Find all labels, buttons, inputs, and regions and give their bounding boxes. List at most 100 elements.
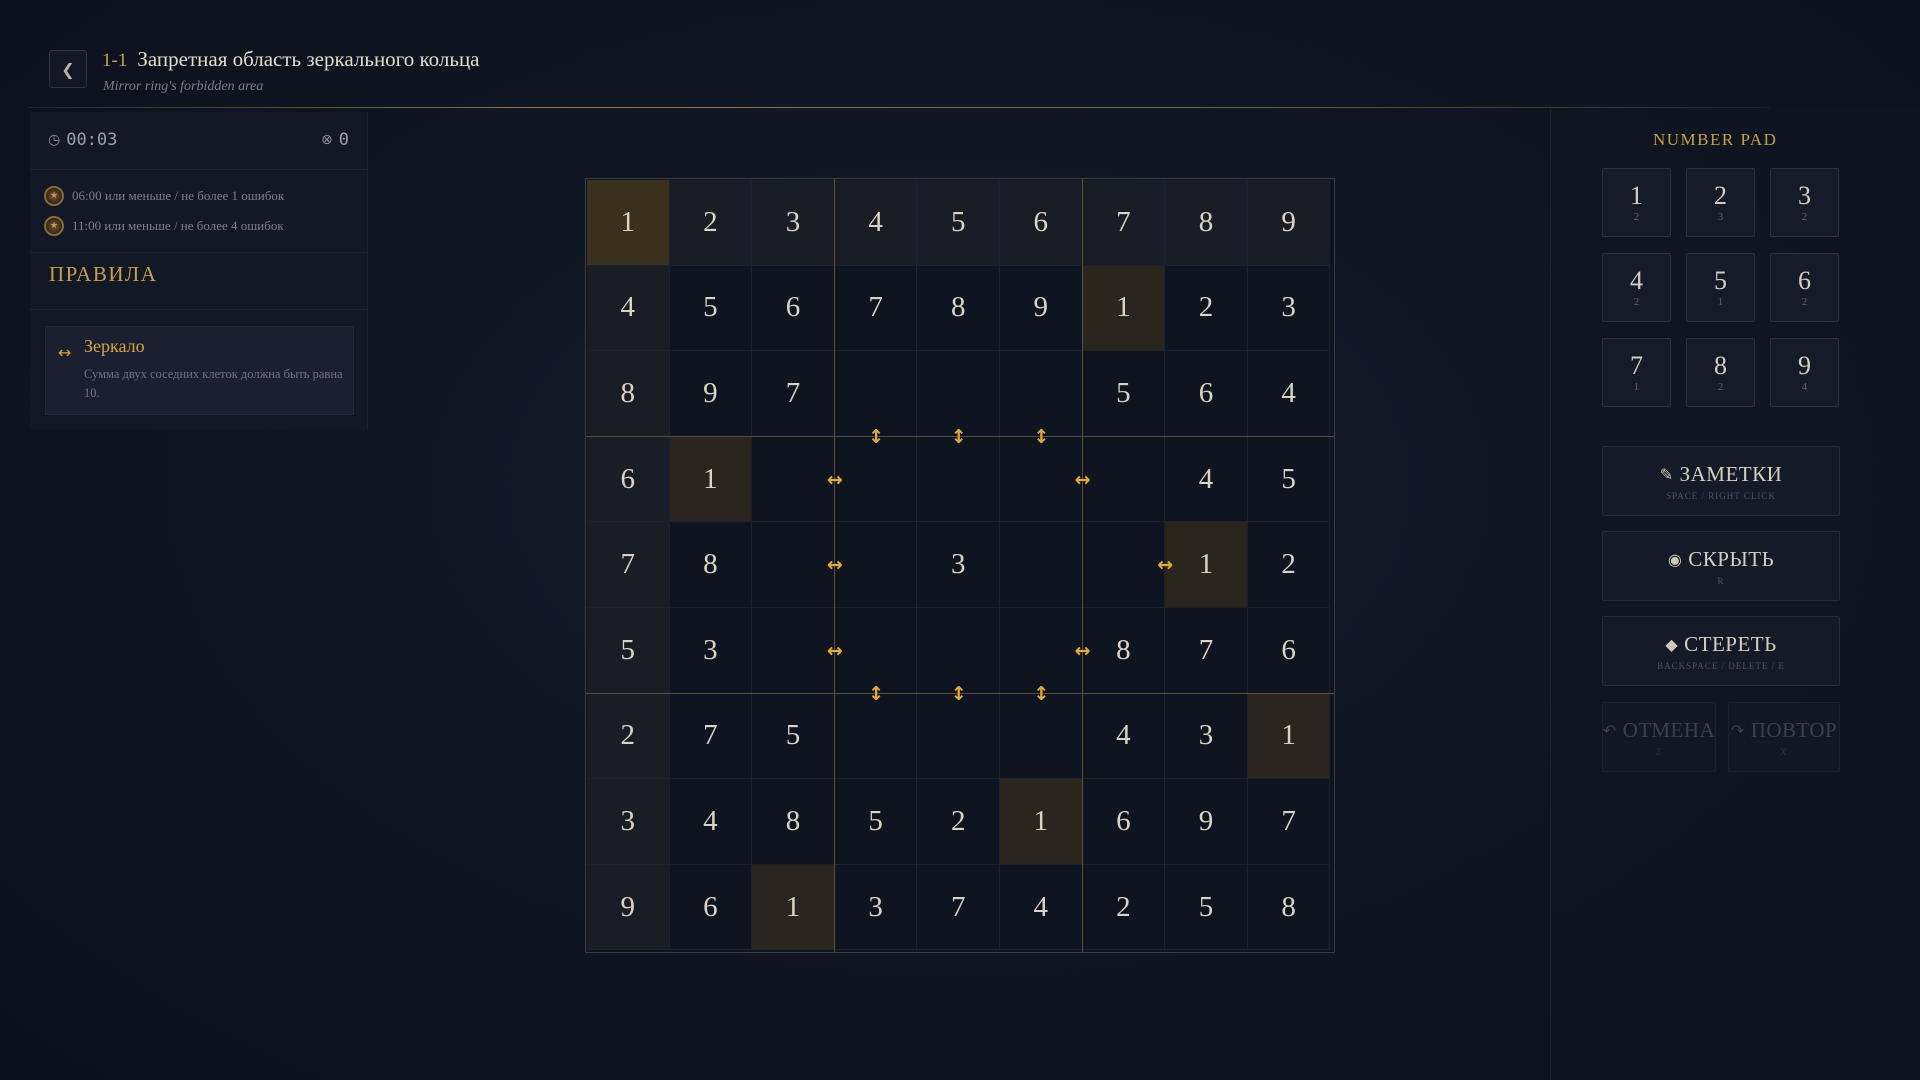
clock-icon: ◷ xyxy=(48,132,61,148)
pencil-icon: ✎ xyxy=(1659,464,1674,484)
board-cell[interactable]: 5 xyxy=(1247,436,1331,523)
board-cell[interactable]: 1 xyxy=(752,864,835,951)
number-key-7[interactable]: 71 xyxy=(1602,338,1671,407)
erase-label: СТЕРЕТЬ xyxy=(1684,631,1777,656)
key-remaining-count: 1 xyxy=(1717,295,1724,308)
mirror-horizontal-icon: ↔ xyxy=(1157,554,1174,577)
board-cell[interactable]: 2 xyxy=(1082,864,1166,951)
board-cell[interactable]: 4 xyxy=(1082,693,1166,780)
hide-button[interactable]: ◉ СКРЫТЬ R xyxy=(1602,531,1840,601)
board-cell[interactable]: 8 xyxy=(1165,180,1248,266)
board-cell[interactable]: 3 xyxy=(1247,265,1331,352)
number-key-5[interactable]: 51 xyxy=(1686,253,1755,322)
board-cell[interactable]: 9 xyxy=(669,351,753,437)
key-digit: 5 xyxy=(1714,265,1727,295)
board-cell[interactable]: 6 xyxy=(752,265,835,352)
number-pad-title: NUMBER PAD xyxy=(1653,130,1778,149)
board-cell[interactable]: 7 xyxy=(1247,779,1331,865)
rule-name: Зеркало xyxy=(84,336,145,356)
board-cell[interactable]: 7 xyxy=(669,693,753,780)
board-cell[interactable]: 3 xyxy=(917,522,1000,608)
board-cell[interactable]: 2 xyxy=(669,180,753,266)
board-cell[interactable]: 5 xyxy=(1082,351,1166,437)
number-key-4[interactable]: 42 xyxy=(1602,253,1671,322)
board-cell[interactable]: 9 xyxy=(1000,265,1083,352)
board-cell[interactable]: 2 xyxy=(1247,522,1331,608)
number-key-9[interactable]: 94 xyxy=(1770,338,1839,407)
board-cell[interactable]: 3 xyxy=(752,180,835,266)
board-cell[interactable]: 6 xyxy=(669,864,753,951)
board-cell[interactable]: 2 xyxy=(917,779,1000,865)
board-cell[interactable]: 6 xyxy=(587,436,670,523)
notes-button[interactable]: ✎ ЗАМЕТКИ SPACE / RIGHT CLICK xyxy=(1602,446,1840,516)
board-cell[interactable]: 7 xyxy=(752,351,835,437)
mirror-horizontal-icon: ↔ xyxy=(1074,639,1091,662)
divider xyxy=(30,252,367,253)
board-cell[interactable]: 2 xyxy=(1165,265,1248,352)
board-cell[interactable]: 3 xyxy=(669,608,753,694)
error-count: 0 xyxy=(338,130,349,150)
board-cell[interactable]: 5 xyxy=(1165,864,1248,951)
board-cell[interactable]: 6 xyxy=(1000,180,1083,266)
erase-button[interactable]: ◆ СТЕРЕТЬ BACKSPACE / DELETE / E xyxy=(1602,616,1840,686)
back-button[interactable]: ❮ xyxy=(49,50,87,88)
undo-label: ОТМЕНА xyxy=(1622,717,1716,742)
notes-label: ЗАМЕТКИ xyxy=(1679,461,1783,486)
number-key-3[interactable]: 32 xyxy=(1770,168,1839,237)
undo-button[interactable]: ↶ ОТМЕНА Z xyxy=(1602,702,1716,772)
board-cell[interactable] xyxy=(1000,522,1083,608)
level-title: Запретная область зеркального кольца xyxy=(137,47,480,71)
board-cell[interactable]: 5 xyxy=(917,180,1000,266)
board-cell[interactable]: 1 xyxy=(1247,693,1331,780)
mirror-rule-icon: ↔ xyxy=(58,343,72,362)
board-cell[interactable]: 7 xyxy=(834,265,918,352)
eraser-icon: ◆ xyxy=(1665,634,1679,654)
divider xyxy=(30,169,367,170)
board-cell[interactable]: 9 xyxy=(1165,779,1248,865)
board-cell[interactable]: 4 xyxy=(1247,351,1331,437)
key-remaining-count: 1 xyxy=(1633,380,1640,393)
board-cell[interactable]: 1 xyxy=(669,436,753,523)
board-cell[interactable]: 1 xyxy=(587,180,670,266)
board-cell[interactable]: 9 xyxy=(1247,180,1331,266)
board-cell[interactable]: 5 xyxy=(669,265,753,352)
board-cell[interactable]: 6 xyxy=(1247,608,1331,694)
board-cell[interactable]: 6 xyxy=(1165,351,1248,437)
redo-hint: X xyxy=(1780,746,1788,757)
board-cell[interactable]: 4 xyxy=(1000,864,1083,951)
board-cell[interactable]: 3 xyxy=(587,779,670,865)
board-cell[interactable]: 5 xyxy=(834,779,918,865)
board-cell[interactable]: 3 xyxy=(834,864,918,951)
board-cell[interactable]: 2 xyxy=(587,693,670,780)
board-cell[interactable]: 8 xyxy=(669,522,753,608)
number-key-2[interactable]: 23 xyxy=(1686,168,1755,237)
board-cell[interactable]: 4 xyxy=(587,265,670,352)
redo-button[interactable]: ↷ ПОВТОР X xyxy=(1728,702,1840,772)
board-cell[interactable]: 8 xyxy=(917,265,1000,352)
board-cell[interactable]: 5 xyxy=(752,693,835,780)
board-cell[interactable]: 7 xyxy=(1165,608,1248,694)
goal-gold: ★ 06:00 или меньше / не более 1 ошибок xyxy=(44,186,284,206)
board-cell[interactable]: 7 xyxy=(587,522,670,608)
board-cell[interactable]: 8 xyxy=(587,351,670,437)
number-key-6[interactable]: 62 xyxy=(1770,253,1839,322)
board-cell[interactable]: 7 xyxy=(917,864,1000,951)
erase-hint: BACKSPACE / DELETE / E xyxy=(1657,660,1785,671)
board-cell[interactable]: 3 xyxy=(1165,693,1248,780)
board-cell[interactable]: 4 xyxy=(834,180,918,266)
board-cell[interactable]: 8 xyxy=(1247,864,1331,951)
board-cell[interactable]: 4 xyxy=(669,779,753,865)
board-cell[interactable]: 1 xyxy=(1000,779,1083,865)
board-cell[interactable]: 6 xyxy=(1082,779,1166,865)
board-cell[interactable]: 8 xyxy=(752,779,835,865)
goal-text: 06:00 или меньше / не более 1 ошибок xyxy=(72,188,285,203)
board-cell[interactable]: 7 xyxy=(1082,180,1166,266)
number-key-1[interactable]: 12 xyxy=(1602,168,1671,237)
board-cell[interactable]: 5 xyxy=(587,608,670,694)
board-cell[interactable]: 4 xyxy=(1165,436,1248,523)
board-cell[interactable]: 9 xyxy=(587,864,670,951)
number-key-8[interactable]: 82 xyxy=(1686,338,1755,407)
key-remaining-count: 4 xyxy=(1801,380,1808,393)
board-cell[interactable]: 1 xyxy=(1082,265,1166,352)
goal-silver: ★ 11:00 или меньше / не более 4 ошибок xyxy=(44,216,284,236)
